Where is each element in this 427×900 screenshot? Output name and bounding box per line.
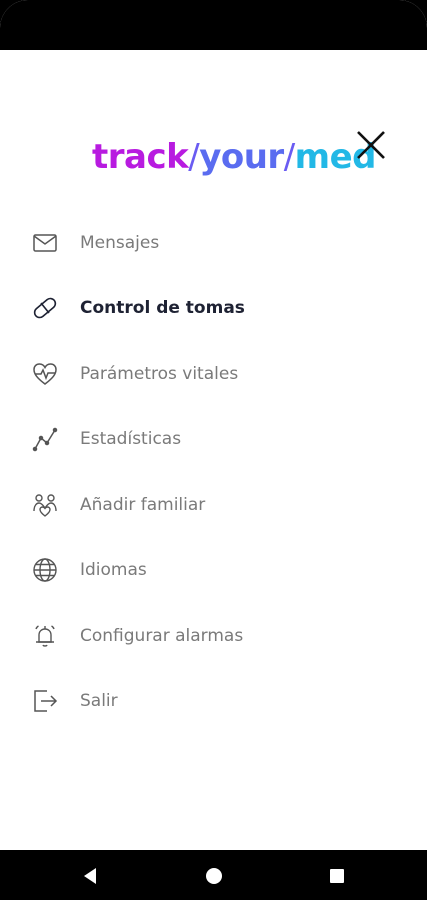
menu-item-label: Salir bbox=[80, 691, 118, 712]
logo-slash-1: / bbox=[188, 137, 200, 177]
recents-button[interactable] bbox=[326, 865, 348, 887]
phone-frame: track/your/med Mensajes Control de tomas… bbox=[0, 0, 427, 900]
back-button[interactable] bbox=[79, 865, 101, 887]
heart-pulse-icon bbox=[30, 359, 60, 389]
close-icon bbox=[357, 131, 385, 159]
home-icon bbox=[206, 868, 222, 884]
menu-item-mensajes[interactable]: Mensajes bbox=[0, 210, 427, 276]
navigation-drawer: track/your/med Mensajes Control de tomas… bbox=[0, 0, 427, 900]
menu-item-label: Control de tomas bbox=[80, 298, 245, 319]
pill-icon bbox=[30, 293, 60, 323]
menu-item-parametros-vitales[interactable]: Parámetros vitales bbox=[0, 341, 427, 407]
envelope-icon bbox=[30, 228, 60, 258]
line-chart-icon bbox=[30, 424, 60, 454]
app-logo: track/your/med bbox=[92, 132, 377, 182]
menu-item-label: Estadísticas bbox=[80, 429, 182, 450]
logo-part-your: your bbox=[199, 137, 284, 177]
menu-item-idiomas[interactable]: Idiomas bbox=[0, 538, 427, 604]
menu-item-label: Configurar alarmas bbox=[80, 625, 244, 646]
bell-icon bbox=[30, 621, 60, 651]
recents-icon bbox=[330, 869, 344, 883]
drawer-menu: Mensajes Control de tomas Parámetros vit… bbox=[0, 210, 427, 734]
menu-item-label: Parámetros vitales bbox=[80, 363, 239, 384]
logo-part-track: track bbox=[92, 137, 189, 177]
menu-item-anadir-familiar[interactable]: Añadir familiar bbox=[0, 472, 427, 538]
menu-item-salir[interactable]: Salir bbox=[0, 669, 427, 735]
menu-item-control-de-tomas[interactable]: Control de tomas bbox=[0, 276, 427, 342]
globe-icon bbox=[30, 555, 60, 585]
back-icon bbox=[84, 868, 96, 884]
menu-item-label: Idiomas bbox=[80, 560, 147, 581]
family-icon bbox=[30, 490, 60, 520]
menu-item-label: Añadir familiar bbox=[80, 494, 206, 515]
home-button[interactable] bbox=[203, 865, 225, 887]
logout-icon bbox=[30, 686, 60, 716]
logo-slash-2: / bbox=[283, 137, 295, 177]
menu-item-configurar-alarmas[interactable]: Configurar alarmas bbox=[0, 603, 427, 669]
close-button[interactable] bbox=[354, 128, 388, 162]
status-bar bbox=[0, 0, 427, 50]
system-navigation-bar bbox=[0, 850, 427, 900]
menu-item-label: Mensajes bbox=[80, 232, 160, 253]
menu-item-estadisticas[interactable]: Estadísticas bbox=[0, 407, 427, 473]
